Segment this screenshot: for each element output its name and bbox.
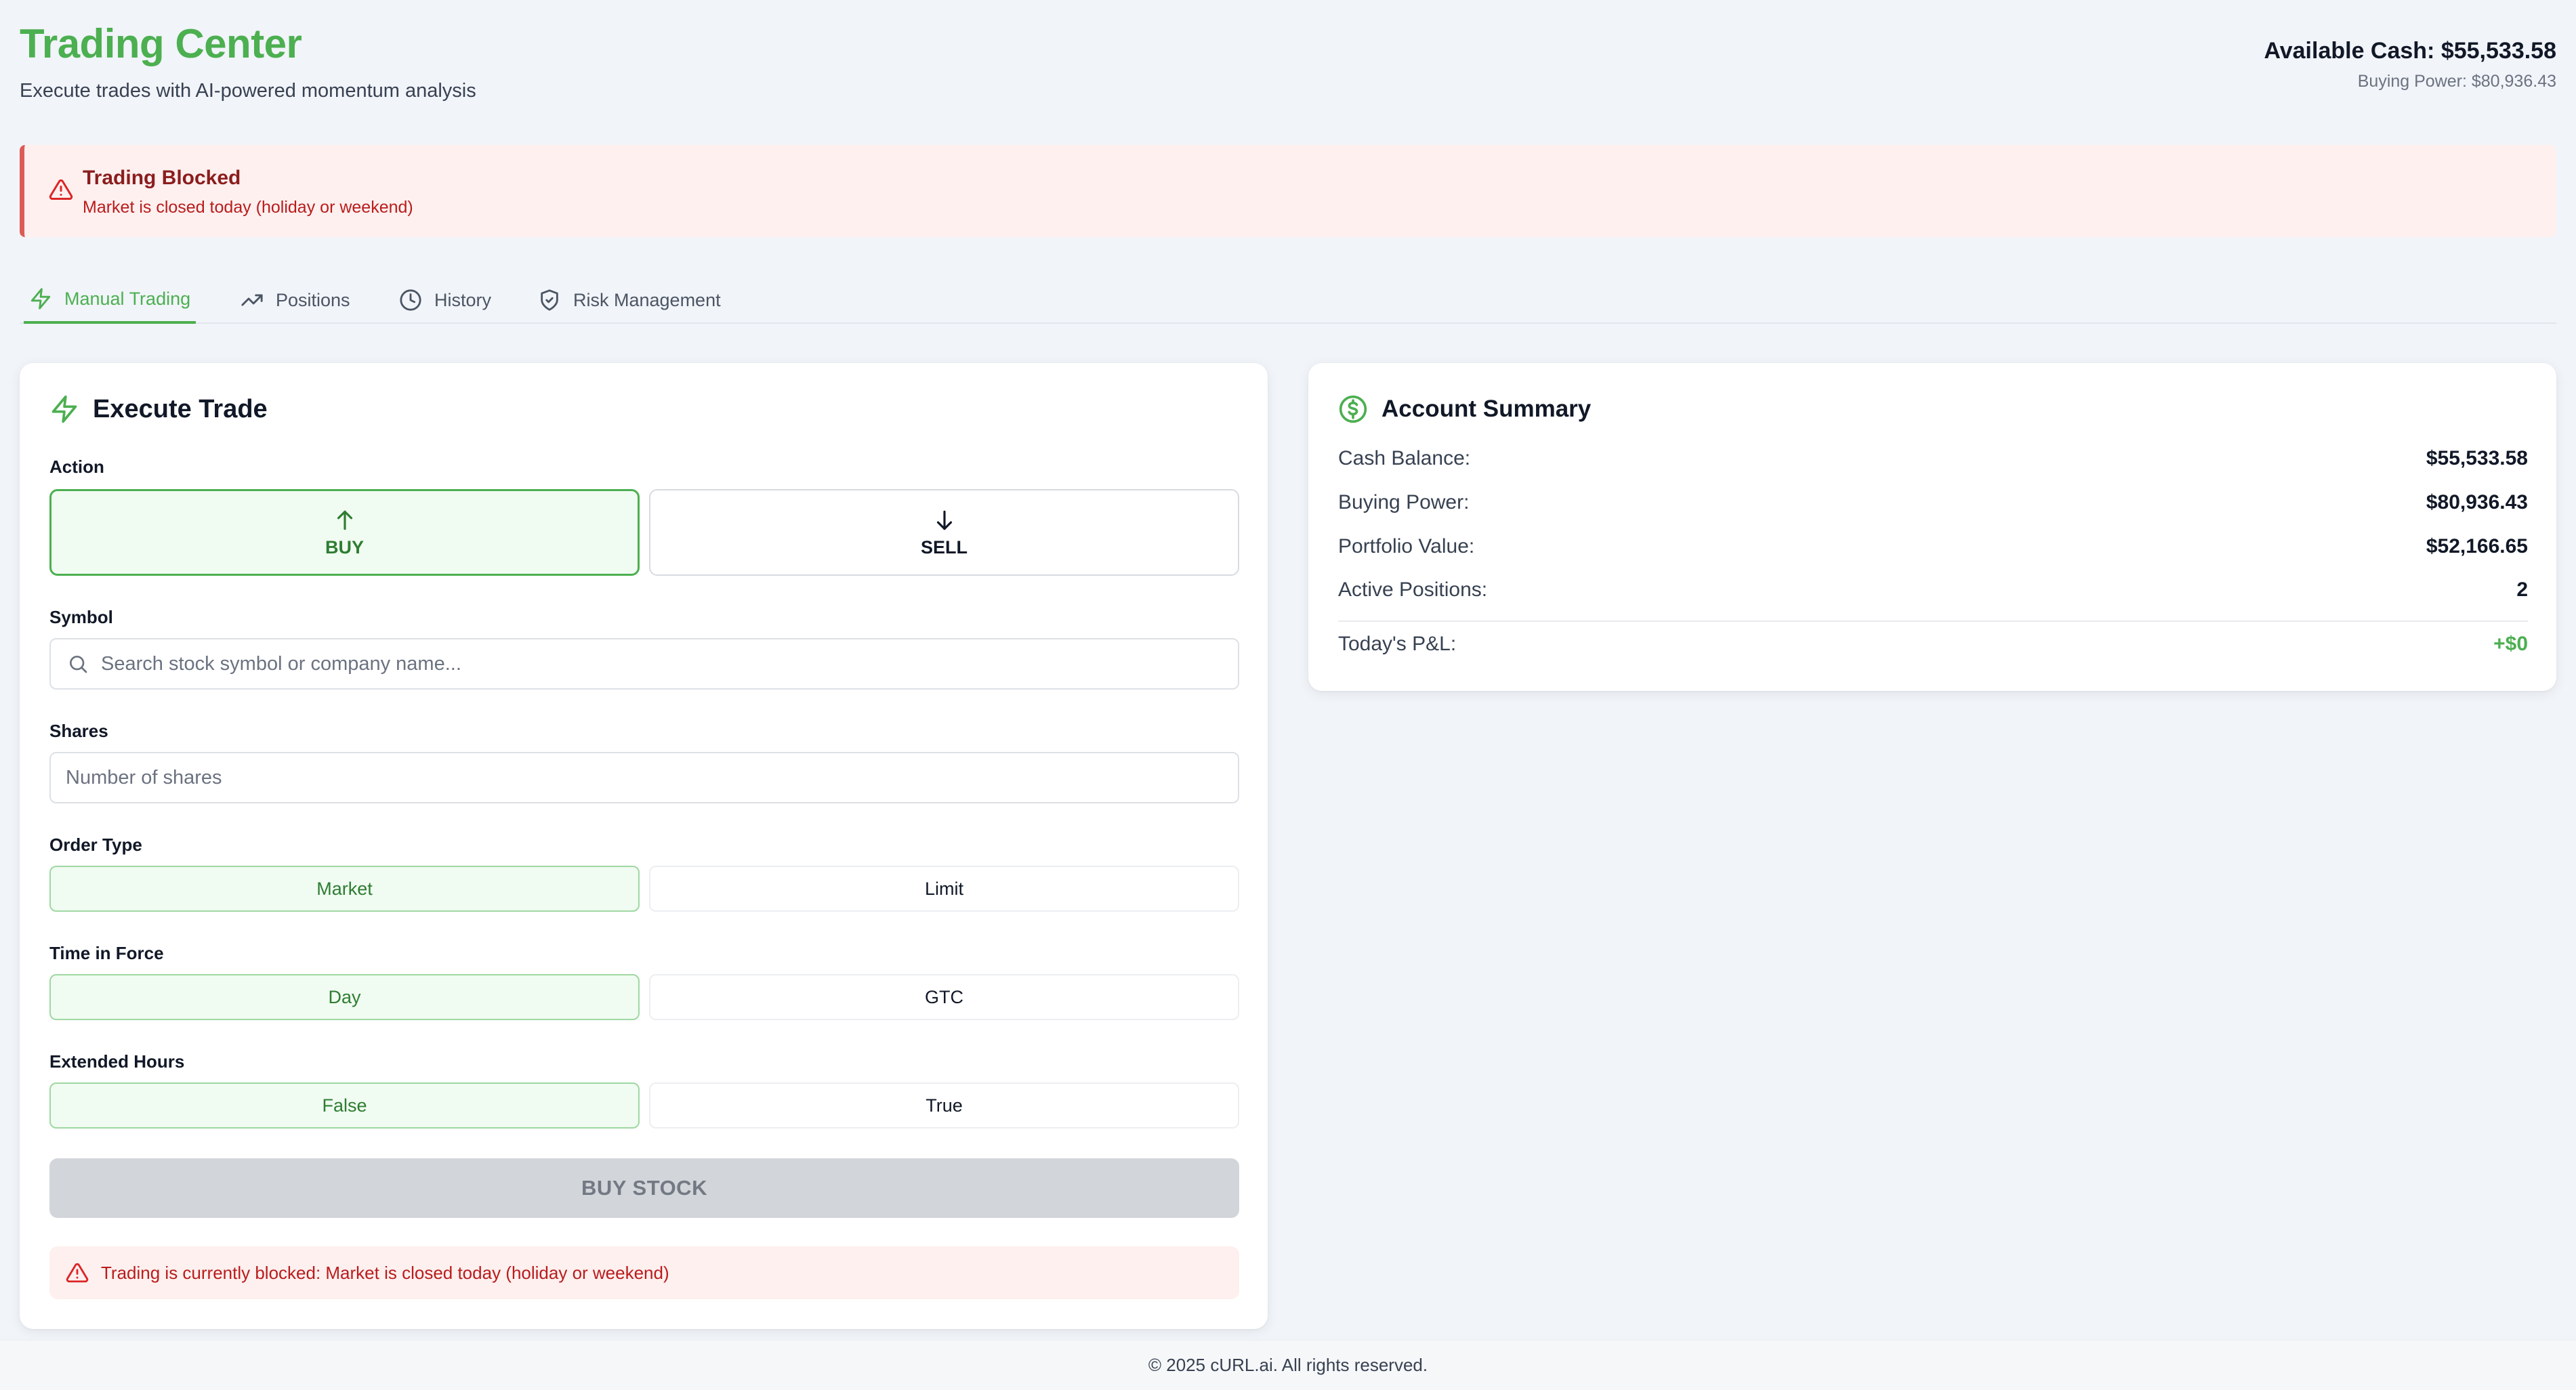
symbol-label: Symbol [49, 607, 113, 627]
trading-blocked-message: Trading is currently blocked: Market is … [49, 1246, 1239, 1299]
account-summary-title: Account Summary [1338, 394, 1591, 424]
trading-center-page: Trading Center Execute trades with AI-po… [0, 0, 2576, 1390]
warning-triangle-icon [66, 1263, 89, 1283]
row-label: Today's P&L: [1338, 633, 1457, 655]
footer: © 2025 cURL.ai. All rights reserved. [0, 1340, 2576, 1390]
shield-icon [541, 289, 558, 311]
row-label: Cash Balance: [1338, 447, 1471, 469]
dollar-circle-icon [1339, 395, 1367, 423]
shares-label: Shares [49, 721, 108, 741]
tab-label: History [434, 289, 492, 310]
row-label: Buying Power: [1338, 491, 1470, 513]
tif-gtc-option[interactable]: GTC [649, 974, 1239, 1020]
order-type-limit-option[interactable]: Limit [649, 866, 1239, 912]
order-type-label: Order Type [49, 835, 142, 855]
tif-day-option[interactable]: Day [49, 974, 640, 1020]
buy-stock-button[interactable]: BUY STOCK [49, 1158, 1239, 1218]
search-icon [70, 656, 87, 673]
tab-history[interactable]: History [394, 276, 497, 324]
clock-icon [400, 289, 421, 311]
banner-title: Trading Blocked [83, 167, 241, 189]
extended-hours-false-option[interactable]: False [49, 1082, 640, 1129]
row-value: $52,166.65 [2426, 535, 2528, 557]
order-type-market-option[interactable]: Market [49, 866, 640, 912]
copyright-text: © 2025 cURL.ai. All rights reserved. [1148, 1355, 1428, 1375]
buying-power-row: Buying Power: $80,936.43 [1338, 491, 2528, 514]
buying-power-summary: Buying Power: $80,936.43 [2357, 72, 2556, 91]
execute-trade-title: Execute Trade [49, 394, 268, 424]
extended-hours-true-option[interactable]: True [649, 1082, 1239, 1129]
trading-blocked-banner: Trading Blocked Market is closed today (… [20, 145, 2556, 237]
row-label: Active Positions: [1338, 578, 1488, 601]
tab-manual-trading[interactable]: Manual Trading [24, 276, 196, 324]
tab-bar: Manual Trading Positions History Risk Ma… [20, 276, 2556, 324]
todays-pnl-row: Today's P&L: +$0 [1338, 633, 2528, 656]
active-positions-row: Active Positions: 2 [1338, 578, 2528, 602]
row-value: 2 [2516, 578, 2528, 601]
tab-label: Positions [276, 289, 350, 310]
available-cash: Available Cash: $55,533.58 [2264, 38, 2556, 64]
symbol-placeholder: Search stock symbol or company name... [101, 652, 461, 675]
cash-balance-row: Cash Balance: $55,533.58 [1338, 447, 2528, 470]
buy-label: BUY [325, 536, 364, 557]
tab-label: Risk Management [573, 289, 721, 310]
lightning-icon [30, 288, 51, 310]
execute-trade-card: Execute Trade Action BUY SELL Symbol Sea… [20, 363, 1268, 1329]
row-label: Portfolio Value: [1338, 535, 1475, 557]
tab-label: Manual Trading [64, 288, 191, 309]
arrow-up-icon [337, 510, 352, 530]
trending-up-icon [241, 294, 263, 306]
row-value: $55,533.58 [2426, 447, 2528, 469]
banner-message: Market is closed today (holiday or weeke… [83, 198, 413, 217]
page-title: Trading Center [20, 21, 302, 66]
warning-triangle-icon [49, 179, 73, 200]
row-value: $80,936.43 [2426, 491, 2528, 513]
time-in-force-label: Time in Force [49, 943, 164, 963]
account-summary-card: Account Summary Cash Balance: $55,533.58… [1308, 363, 2556, 691]
tab-positions[interactable]: Positions [235, 276, 356, 324]
divider [1338, 620, 2528, 622]
portfolio-value-row: Portfolio Value: $52,166.65 [1338, 535, 2528, 558]
buy-button[interactable]: BUY [49, 489, 640, 576]
error-text: Trading is currently blocked: Market is … [101, 1262, 669, 1283]
sell-button[interactable]: SELL [649, 489, 1239, 576]
shares-placeholder: Number of shares [66, 766, 222, 788]
tab-risk-management[interactable]: Risk Management [533, 276, 726, 324]
sell-label: SELL [920, 536, 968, 557]
action-label: Action [49, 457, 104, 477]
lightning-icon [51, 395, 77, 423]
symbol-search-input[interactable]: Search stock symbol or company name... [49, 638, 1239, 690]
shares-input[interactable]: Number of shares [49, 752, 1239, 803]
page-subtitle: Execute trades with AI-powered momentum … [20, 80, 476, 102]
pnl-value: +$0 [2493, 633, 2528, 655]
extended-hours-label: Extended Hours [49, 1051, 185, 1072]
arrow-down-icon [936, 510, 952, 530]
